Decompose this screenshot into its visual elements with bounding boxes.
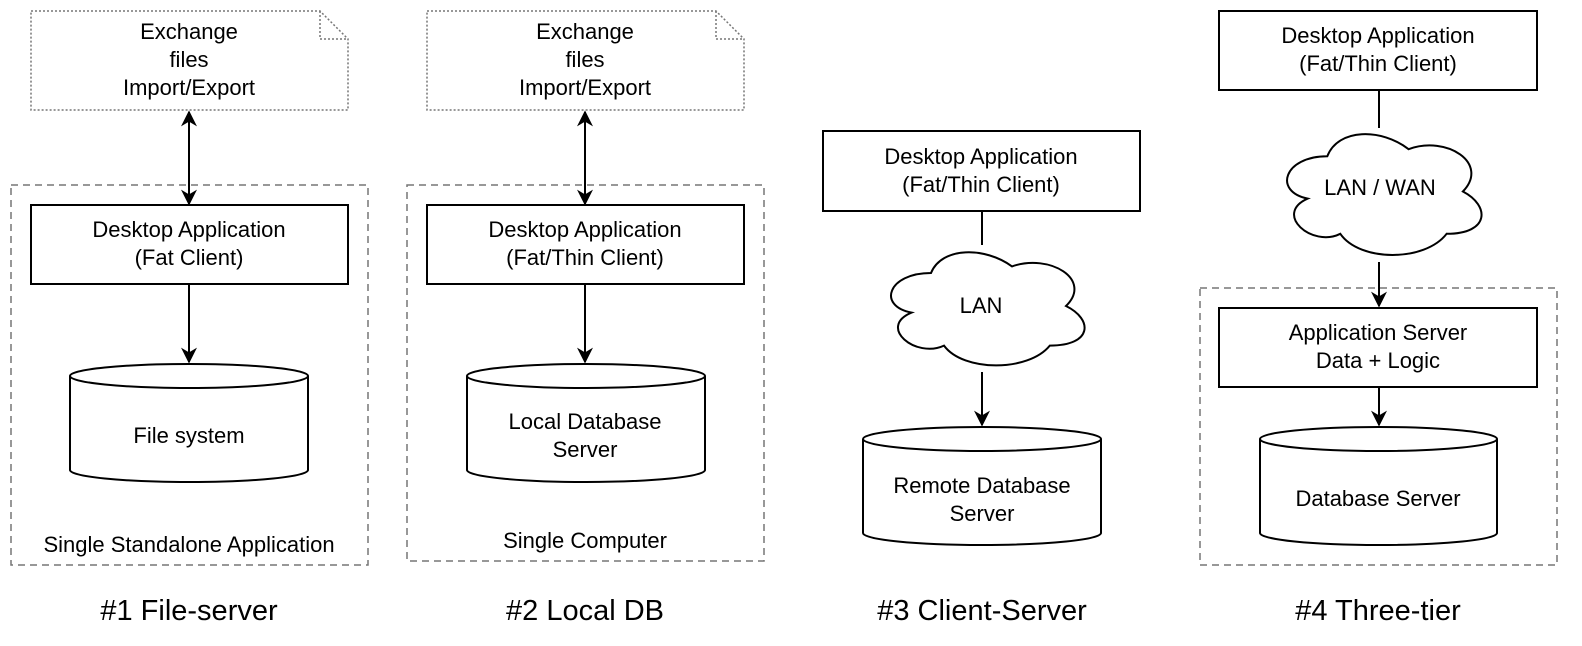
desktop-app-box: [822, 130, 1141, 212]
column-three-tier: Desktop Application (Fat/Thin Client) LA…: [1199, 10, 1558, 627]
server-label: Application Server: [1289, 320, 1468, 345]
column-client-server: Desktop Application (Fat/Thin Client) LA…: [822, 130, 1141, 627]
app-label: (Fat Client): [135, 245, 244, 270]
app-label: Desktop Application: [92, 217, 285, 242]
note-line: Import/Export: [519, 75, 651, 100]
column-title: #3 Client-Server: [877, 595, 1087, 627]
server-label: Data + Logic: [1316, 348, 1440, 373]
storage-label: Local Database: [509, 409, 662, 434]
network-label: LAN / WAN: [1324, 175, 1436, 200]
app-label: (Fat/Thin Client): [506, 245, 664, 270]
storage-label: Server: [553, 437, 618, 462]
app-label: Desktop Application: [884, 144, 1077, 169]
column-title: #1 File-server: [100, 595, 278, 627]
app-label: Desktop Application: [488, 217, 681, 242]
storage-label: File system: [133, 423, 244, 448]
network-label: LAN: [960, 293, 1003, 318]
column-local-db: Exchange files Import/Export Desktop App…: [406, 10, 765, 627]
note-line: Import/Export: [123, 75, 255, 100]
column-file-server: Exchange files Import/Export Desktop App…: [10, 10, 369, 627]
app-label: Desktop Application: [1281, 23, 1474, 48]
group-label: Single Computer: [503, 528, 667, 553]
architecture-diagram: Exchange files Import/Export Desktop App…: [10, 10, 1558, 627]
storage-label: Database Server: [1295, 486, 1460, 511]
column-title: #4 Three-tier: [1295, 595, 1461, 627]
app-label: (Fat/Thin Client): [902, 172, 1060, 197]
storage-label: Remote Database: [893, 473, 1070, 498]
column-title: #2 Local DB: [506, 595, 664, 627]
note-line: Exchange: [140, 19, 238, 44]
note-line: Exchange: [536, 19, 634, 44]
app-label: (Fat/Thin Client): [1299, 51, 1457, 76]
group-label: Single Standalone Application: [43, 532, 334, 557]
note-line: files: [169, 47, 208, 72]
note-line: files: [565, 47, 604, 72]
storage-label: Server: [950, 501, 1015, 526]
